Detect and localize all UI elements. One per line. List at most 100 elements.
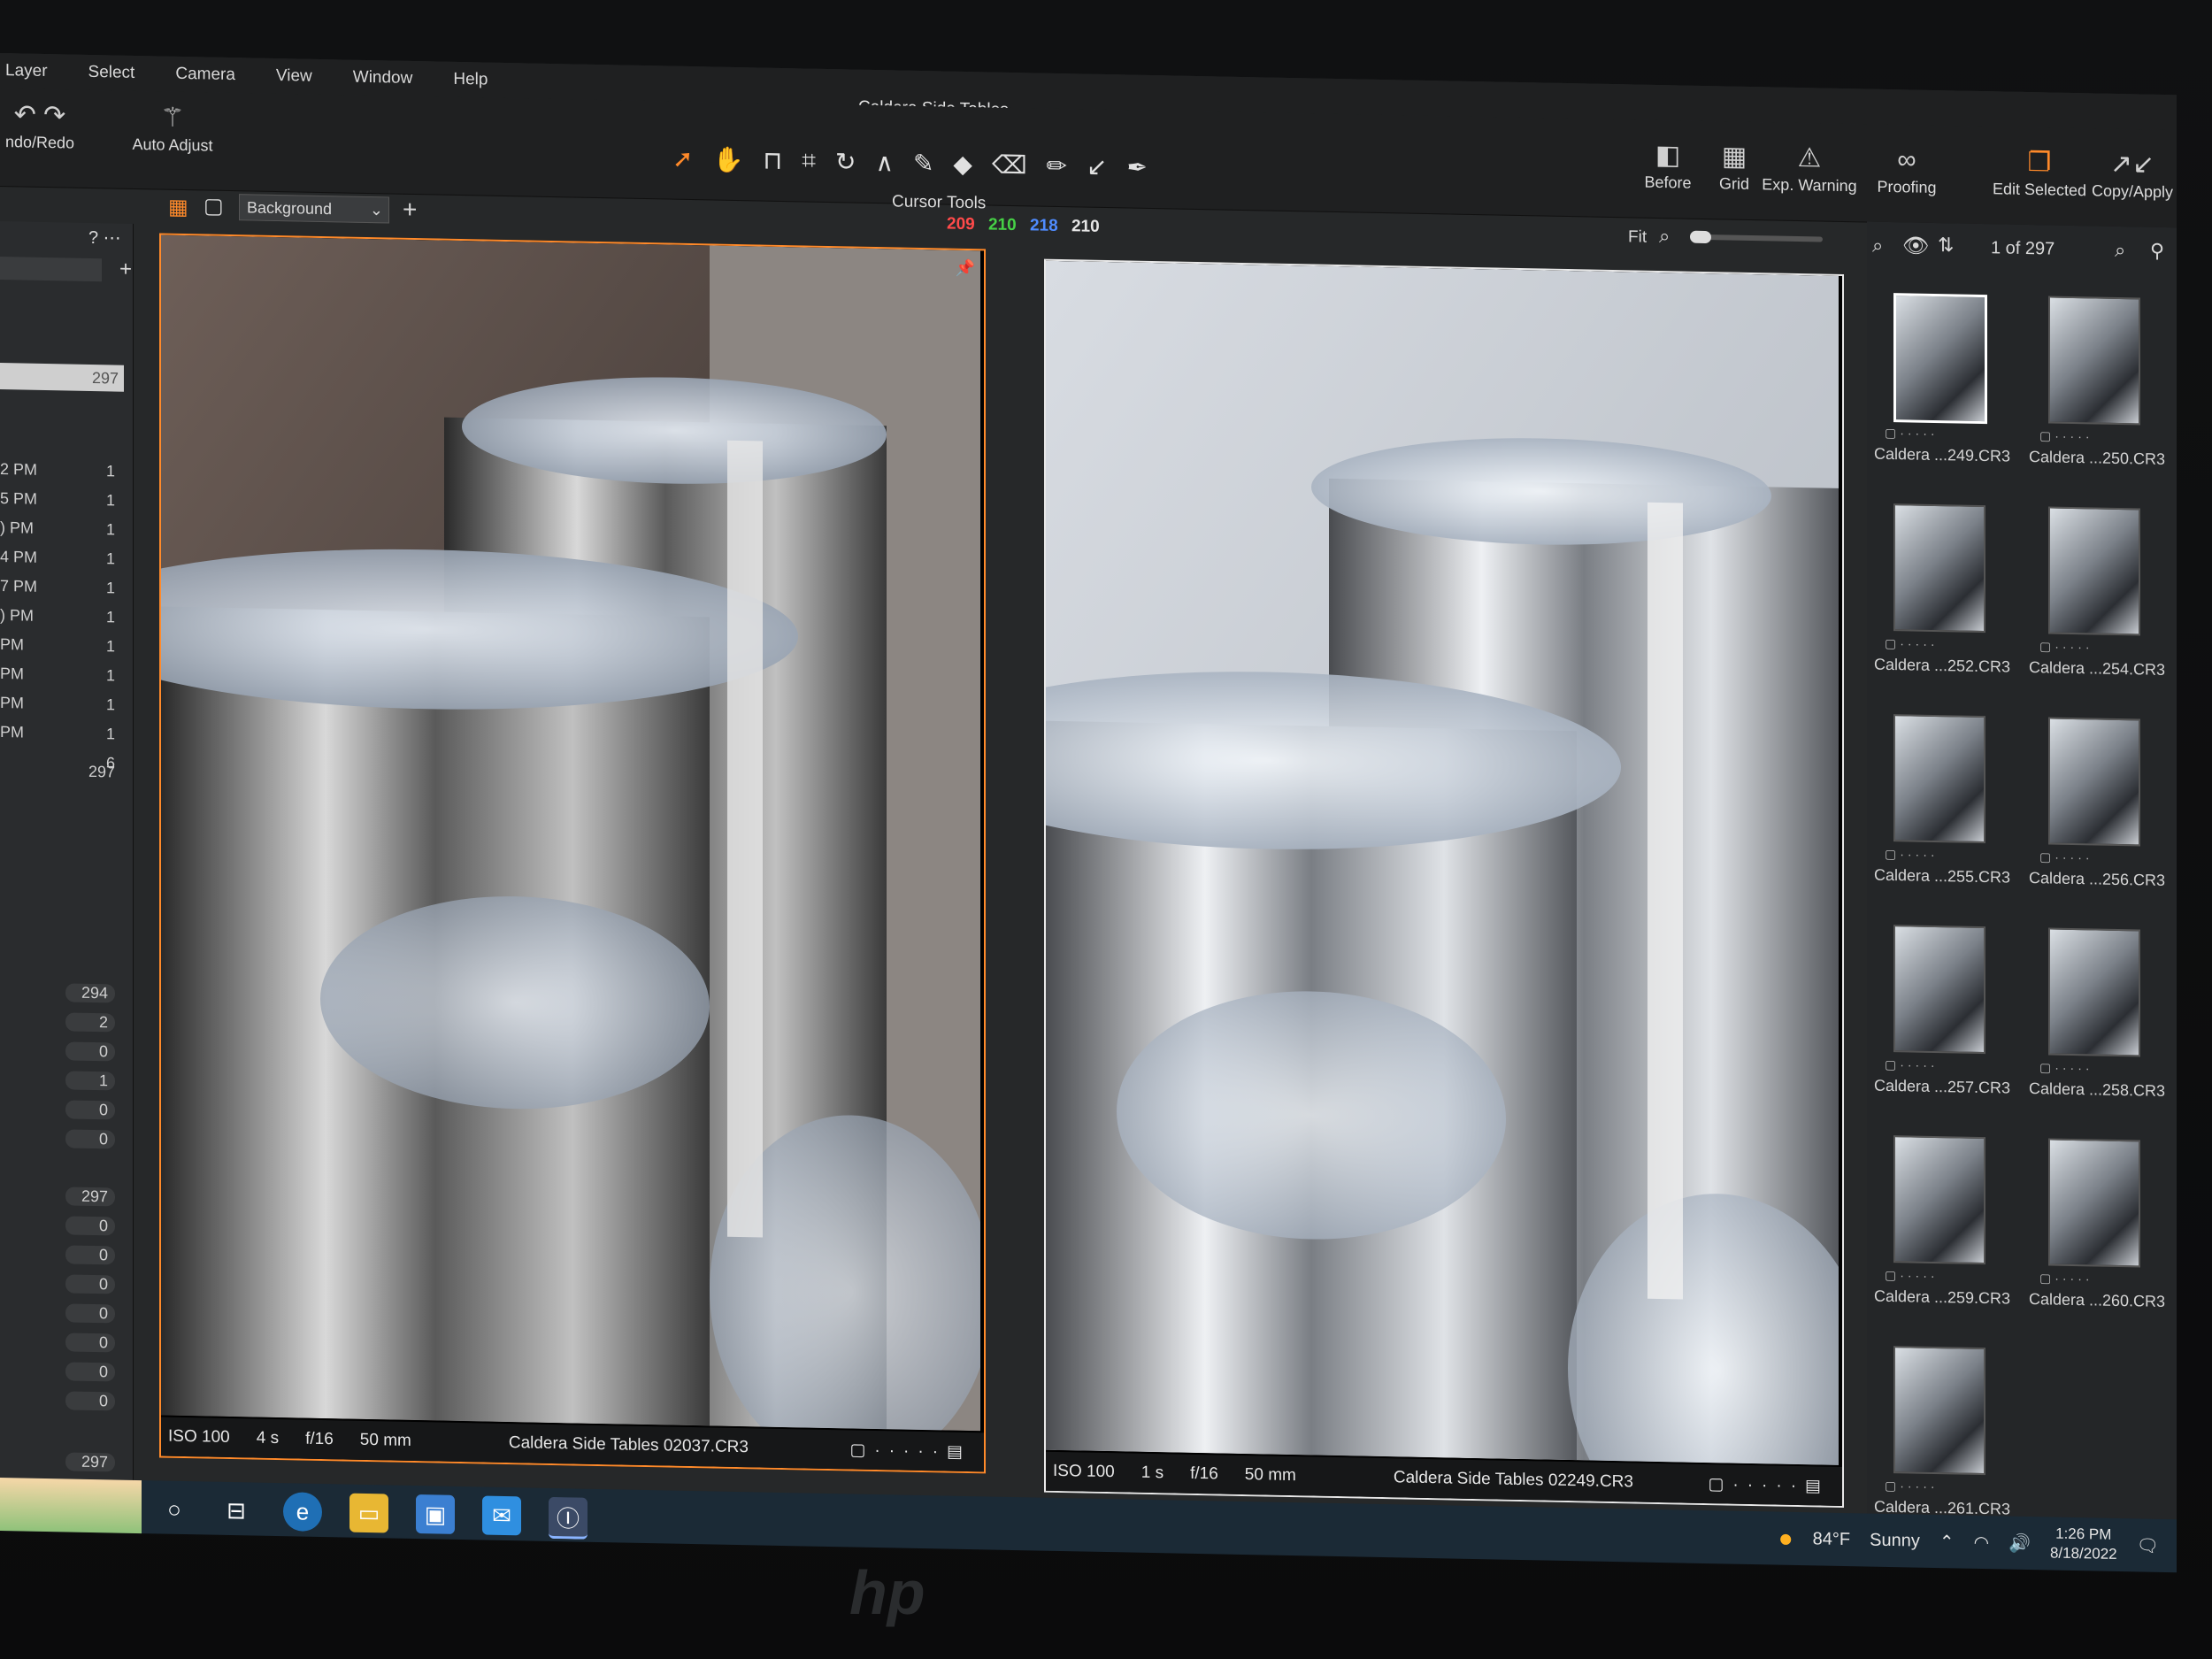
all-images-row[interactable]: 297 bbox=[0, 363, 124, 392]
menu-camera[interactable]: Camera bbox=[175, 65, 235, 85]
speaker-icon[interactable]: 🔊 bbox=[2008, 1532, 2031, 1554]
album-row[interactable]: ) PM 1 bbox=[0, 518, 124, 538]
filter-row[interactable]: 0 bbox=[0, 1273, 124, 1294]
sort-icon[interactable]: ⇅ bbox=[1938, 234, 1954, 257]
chevron-up-icon[interactable]: ⌃ bbox=[1939, 1531, 1955, 1553]
thumbnail-rating[interactable]: ▢····· bbox=[2039, 1271, 2093, 1286]
file-explorer-icon[interactable]: ▭ bbox=[349, 1493, 388, 1533]
thumbnail[interactable]: ▢····· Caldera ...249.CR3 bbox=[1867, 293, 2017, 499]
crop-icon[interactable]: ⌗ bbox=[802, 146, 816, 175]
undo-redo-button[interactable]: ↶ ↷ ndo/Redo bbox=[0, 97, 80, 153]
filter-row[interactable]: 0 bbox=[0, 1332, 124, 1353]
auto-adjust-button[interactable]: ⚚ Auto Adjust bbox=[115, 99, 230, 155]
filter-row[interactable]: 297 bbox=[0, 1186, 124, 1207]
menu-select[interactable]: Select bbox=[88, 63, 135, 83]
pin-icon[interactable]: 📌 bbox=[956, 259, 975, 278]
thumbnail[interactable]: ▢····· Caldera ...256.CR3 bbox=[2022, 717, 2172, 923]
wifi-icon[interactable]: ◠ bbox=[1974, 1531, 1989, 1553]
menu-view[interactable]: View bbox=[276, 66, 312, 87]
thumbnail[interactable]: ▢····· Caldera ...260.CR3 bbox=[2022, 1138, 2172, 1344]
single-view-icon[interactable]: ▢ bbox=[204, 193, 224, 219]
filter-row[interactable]: 0 bbox=[0, 1099, 124, 1120]
select-cursor-icon[interactable]: ➚ bbox=[672, 144, 693, 173]
zoom-icon[interactable]: ⌕ bbox=[2115, 239, 2125, 262]
filter-row[interactable]: 2 bbox=[0, 1011, 124, 1033]
help-icon[interactable]: ? ⋯ bbox=[88, 227, 121, 250]
album-row[interactable]: PM 1 bbox=[0, 723, 124, 742]
collection-dropdown[interactable] bbox=[0, 257, 102, 282]
rotate-icon[interactable]: ↻ bbox=[835, 147, 856, 176]
task-view-icon[interactable]: ⊟ bbox=[217, 1491, 256, 1531]
thumbnail-rating[interactable]: ▢····· bbox=[1885, 1057, 1939, 1073]
primary-viewer[interactable]: 📌 ISO 100 4 s f/16 50 mm Caldera Side Ta… bbox=[159, 233, 986, 1474]
filter-row[interactable]: 0 bbox=[0, 1244, 124, 1265]
brush-icon[interactable]: ✏ bbox=[1047, 151, 1067, 180]
filter-row[interactable]: 0 bbox=[0, 1128, 124, 1149]
zoom-in-icon[interactable]: ⌕ bbox=[1872, 234, 1883, 257]
menu-layer[interactable]: Layer bbox=[5, 61, 48, 81]
gradient-icon[interactable]: ↙ bbox=[1087, 152, 1107, 181]
thumbnail[interactable]: ▢····· Caldera ...252.CR3 bbox=[1867, 503, 2017, 710]
album-row[interactable]: 5 PM 1 bbox=[0, 489, 124, 509]
thumbnail-rating[interactable]: ▢····· bbox=[2039, 849, 2093, 865]
album-row[interactable]: PM 1 bbox=[0, 664, 124, 684]
zoom-slider-handle[interactable] bbox=[1690, 230, 1711, 244]
pen-icon[interactable]: ✒ bbox=[1126, 152, 1147, 181]
filter-row[interactable]: 0 bbox=[0, 1390, 124, 1411]
thumbnail-rating[interactable]: ▢····· bbox=[1885, 1479, 1939, 1494]
thumbnail[interactable]: ▢····· Caldera ...255.CR3 bbox=[1867, 714, 2017, 920]
search-circle-icon[interactable]: ○ bbox=[155, 1489, 194, 1529]
thumbnail-rating[interactable]: ▢····· bbox=[1885, 636, 1939, 652]
heal-icon[interactable]: ◆ bbox=[953, 150, 972, 179]
album-row[interactable]: 2 PM 1 bbox=[0, 460, 124, 480]
filter-row[interactable]: 0 bbox=[0, 1041, 124, 1062]
album-row[interactable]: ) PM 1 bbox=[0, 606, 124, 626]
filter-row[interactable]: 0 bbox=[0, 1215, 124, 1236]
zoom-out-icon[interactable]: ⌕ bbox=[1659, 225, 1670, 248]
multi-view-icon[interactable]: ▦ bbox=[168, 195, 188, 220]
stamp-icon[interactable]: ⊓ bbox=[763, 146, 782, 175]
add-collection-icon[interactable]: + bbox=[119, 257, 132, 282]
picker-icon[interactable]: ✎ bbox=[913, 149, 933, 178]
thumbnail-rating[interactable]: ▢····· bbox=[1885, 426, 1939, 442]
rating-dots-right[interactable]: ▢·····▤ bbox=[1708, 1474, 1830, 1497]
rating-dots-left[interactable]: ▢·····▤ bbox=[849, 1440, 972, 1463]
edit-selected-button[interactable]: ❐ Edit Selected bbox=[1982, 144, 2097, 200]
eraser-icon[interactable]: ⌫ bbox=[992, 150, 1027, 180]
start-widget[interactable] bbox=[0, 1478, 142, 1534]
store-icon[interactable]: ▣ bbox=[416, 1494, 455, 1534]
thumbnail-rating[interactable]: ▢····· bbox=[1885, 847, 1939, 863]
clock[interactable]: 1:26 PM 8/18/2022 bbox=[2050, 1524, 2117, 1563]
filter-row[interactable]: 0 bbox=[0, 1302, 124, 1324]
thumbnail[interactable]: ▢····· Caldera ...250.CR3 bbox=[2022, 296, 2172, 502]
capture-one-icon[interactable]: Ⓘ bbox=[549, 1496, 588, 1540]
thumbnail[interactable]: ▢····· Caldera ...259.CR3 bbox=[1867, 1135, 2017, 1341]
mail-icon[interactable]: ✉ bbox=[482, 1495, 521, 1536]
pan-hand-icon[interactable]: ✋ bbox=[712, 144, 743, 174]
thumbnail-rating[interactable]: ▢····· bbox=[2039, 639, 2093, 655]
before-button[interactable]: ◧ Before bbox=[1632, 137, 1703, 193]
layer-select[interactable]: Background ⌄ bbox=[239, 194, 389, 224]
filter-row[interactable]: 1 bbox=[0, 1070, 124, 1091]
secondary-viewer[interactable]: ISO 100 1 s f/16 50 mm Caldera Side Tabl… bbox=[1044, 258, 1844, 1509]
thumbnail[interactable]: ▢····· Caldera ...258.CR3 bbox=[2022, 927, 2172, 1133]
filter-row[interactable]: 0 bbox=[0, 1361, 124, 1382]
album-row[interactable]: PM 1 bbox=[0, 635, 124, 655]
album-row[interactable]: 4 PM 1 bbox=[0, 548, 124, 567]
copy-apply-button[interactable]: ↗↙ Copy/Apply bbox=[2088, 146, 2177, 202]
thumbnail-rating[interactable]: ▢····· bbox=[1885, 1268, 1939, 1284]
thumbnail[interactable]: ▢····· Caldera ...257.CR3 bbox=[1867, 925, 2017, 1131]
thumbnail-rating[interactable]: ▢····· bbox=[2039, 428, 2093, 444]
proofing-button[interactable]: ∞ Proofing bbox=[1863, 142, 1951, 197]
album-row[interactable]: 7 PM 1 bbox=[0, 577, 124, 596]
search-icon[interactable]: ⚲ bbox=[2150, 240, 2164, 263]
filter-row[interactable]: 294 bbox=[0, 982, 124, 1003]
thumbnail-rating[interactable]: ▢····· bbox=[2039, 1060, 2093, 1076]
exp-warning-button[interactable]: ⚠ Exp. Warning bbox=[1756, 140, 1863, 196]
edge-icon[interactable]: e bbox=[283, 1492, 322, 1532]
eye-icon[interactable]: 👁 bbox=[1902, 233, 1929, 259]
zoom-slider[interactable] bbox=[1690, 230, 1823, 244]
keystone-icon[interactable]: ∧ bbox=[875, 148, 894, 177]
menu-help[interactable]: Help bbox=[453, 70, 488, 90]
menu-window[interactable]: Window bbox=[353, 68, 413, 88]
